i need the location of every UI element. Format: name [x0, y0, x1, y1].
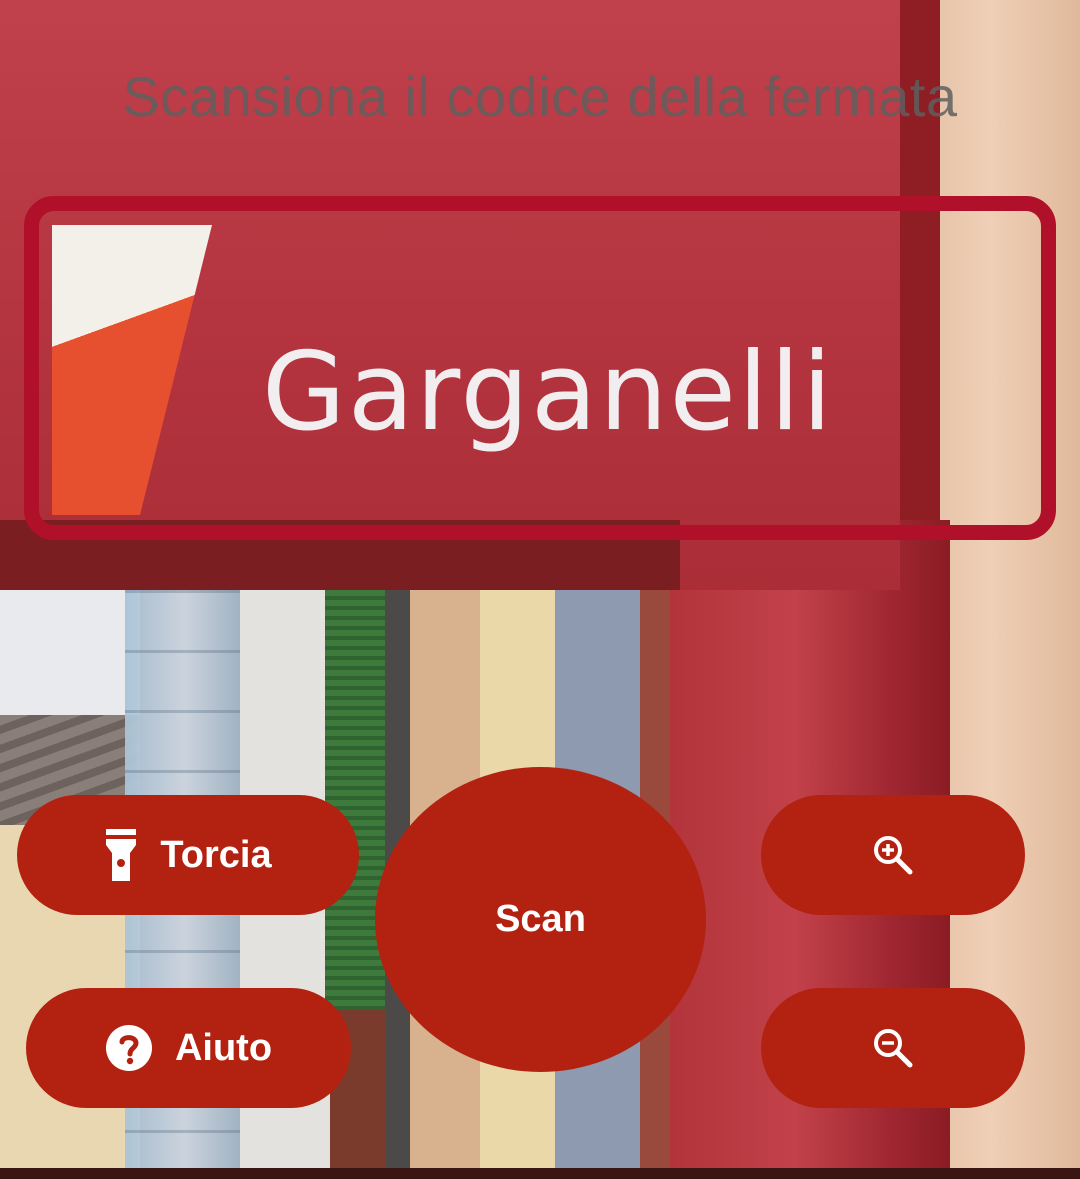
torch-button[interactable]: Torcia — [17, 795, 359, 915]
scan-target-frame — [24, 196, 1056, 540]
scanner-screen: Garganelli Scansiona il codice della fer… — [0, 0, 1080, 1179]
scan-instruction-title: Scansiona il codice della fermata — [122, 65, 958, 128]
help-circle-icon — [105, 1024, 153, 1072]
bottom-strip — [0, 1168, 1080, 1179]
camera-sky — [0, 585, 140, 725]
zoom-in-icon — [872, 834, 914, 876]
zoom-out-button[interactable] — [761, 988, 1025, 1108]
zoom-in-button[interactable] — [761, 795, 1025, 915]
torch-button-label: Torcia — [160, 833, 272, 876]
flashlight-icon — [104, 829, 138, 881]
scan-button-label: Scan — [495, 898, 586, 940]
help-button[interactable]: Aiuto — [26, 988, 351, 1108]
help-button-label: Aiuto — [174, 1026, 273, 1069]
zoom-out-icon — [872, 1027, 914, 1069]
scan-button[interactable]: Scan — [375, 767, 706, 1072]
